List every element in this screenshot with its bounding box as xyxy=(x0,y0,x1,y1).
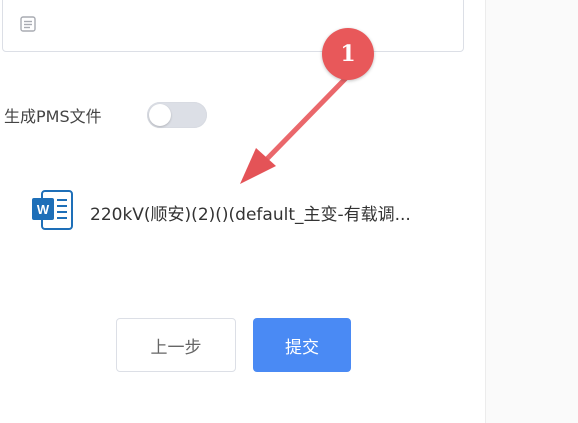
file-item[interactable]: W 220kV(顺安)(2)()(default_主变-有载调... xyxy=(30,186,470,232)
toggle-knob xyxy=(149,104,171,126)
description-textarea[interactable] xyxy=(2,0,464,52)
word-icon-letter: W xyxy=(37,202,50,217)
document-list-icon xyxy=(20,16,36,32)
pms-file-label: 生成PMS文件 xyxy=(4,107,102,126)
step-badge: 1 xyxy=(322,28,374,80)
submit-button[interactable]: 提交 xyxy=(253,318,351,372)
file-name: 220kV(顺安)(2)()(default_主变-有载调... xyxy=(90,205,411,225)
pms-file-toggle[interactable] xyxy=(147,102,207,128)
right-blank-area xyxy=(486,0,578,423)
form-panel: 生成PMS文件 W 220kV(顺安)(2)()(default_主变-有载调.… xyxy=(0,0,485,423)
previous-step-button[interactable]: 上一步 xyxy=(116,318,236,372)
word-doc-icon: W xyxy=(32,190,73,230)
